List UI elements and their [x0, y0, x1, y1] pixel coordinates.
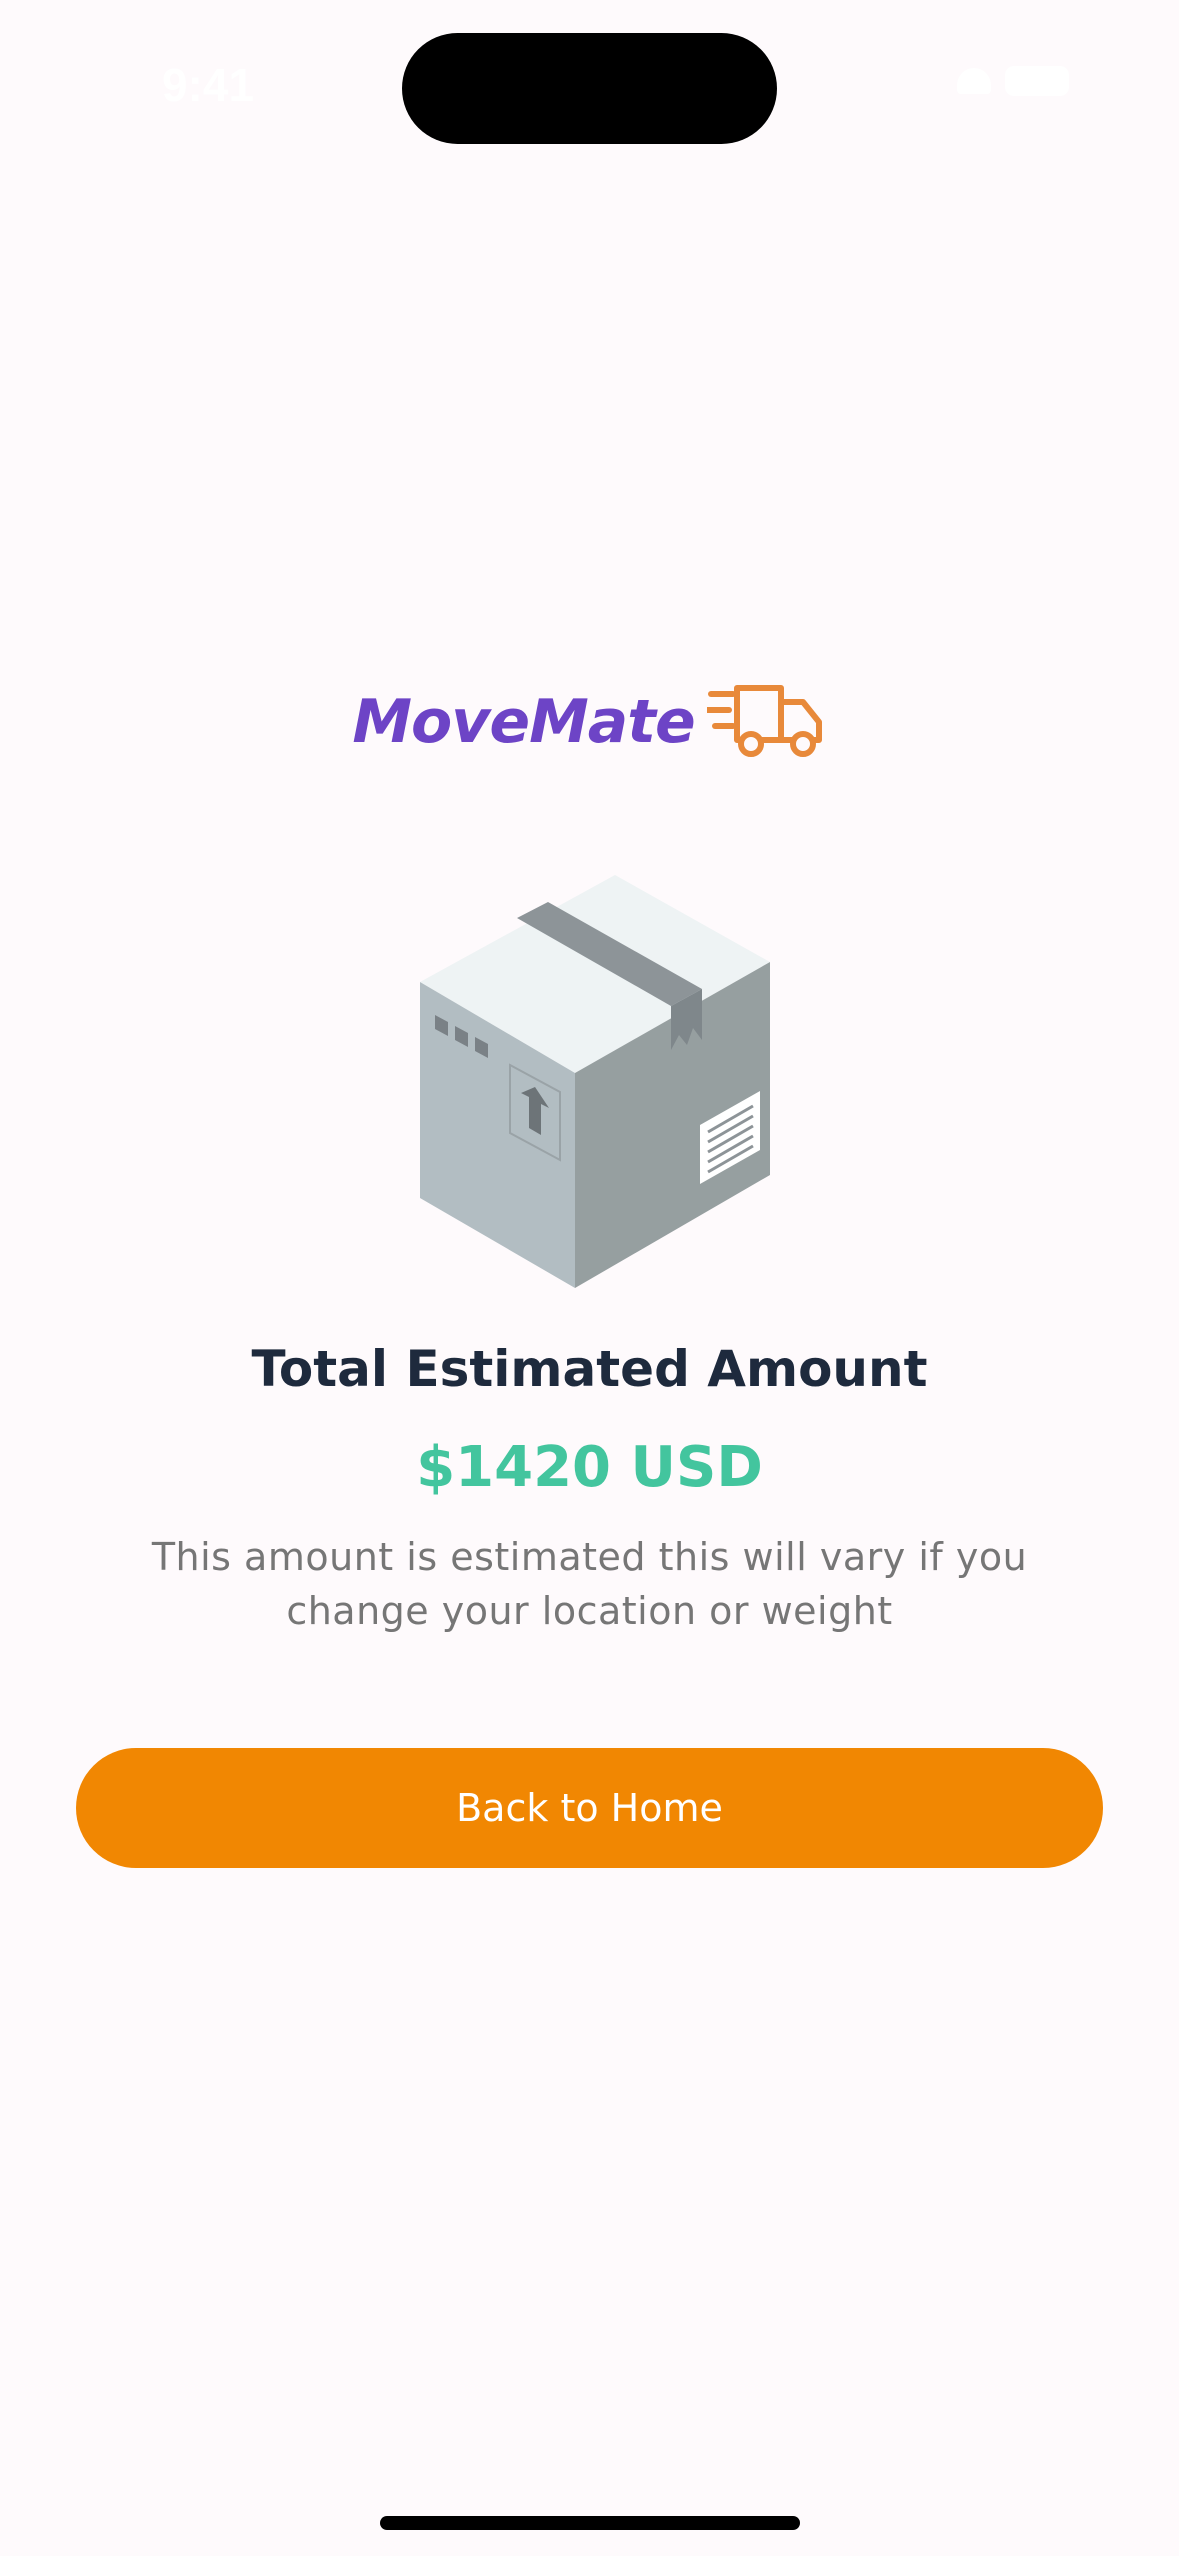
status-time: 9:41: [162, 59, 255, 111]
cardboard-box-illustration: [415, 870, 775, 1290]
status-bar: 9:41: [0, 0, 1179, 170]
home-indicator[interactable]: [380, 2516, 800, 2530]
logo-text: MoveMate: [352, 687, 695, 757]
status-icons: [957, 66, 1069, 96]
estimate-note: This amount is estimated this will vary …: [151, 1535, 1028, 1633]
dynamic-island: [402, 33, 777, 144]
back-to-home-button[interactable]: Back to Home: [76, 1748, 1103, 1868]
estimate-amount: $1420 USD: [416, 1435, 763, 1500]
app-logo: MoveMate: [0, 672, 1179, 772]
delivery-truck-icon: [706, 682, 827, 762]
wifi-icon: [957, 68, 991, 94]
battery-icon: [1005, 66, 1069, 96]
estimate-title: Total Estimated Amount: [251, 1340, 928, 1398]
